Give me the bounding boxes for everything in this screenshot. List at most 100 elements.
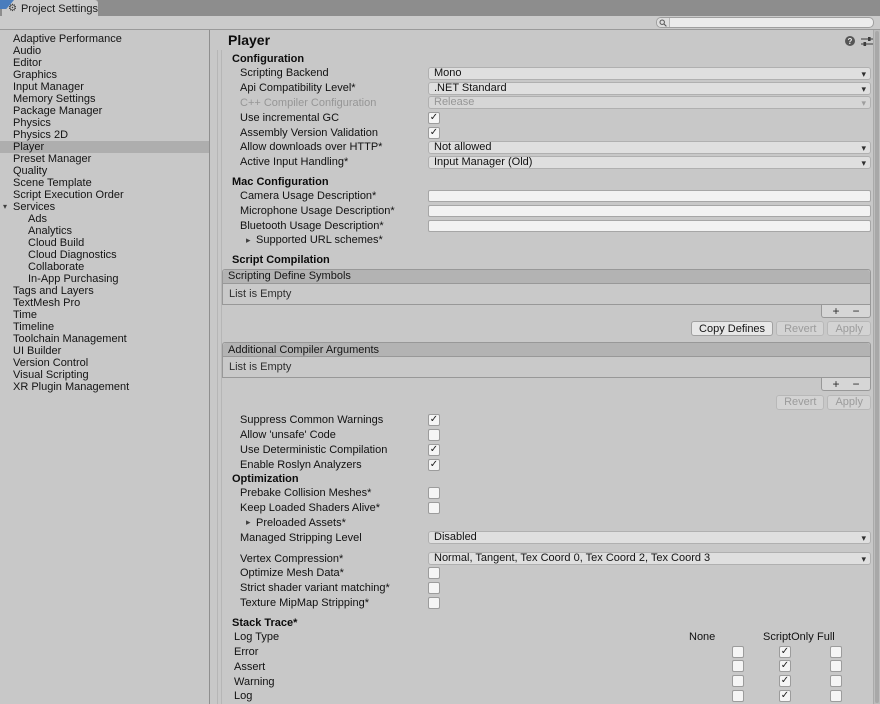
log-full-checkbox[interactable] [830,690,842,702]
assert-none-checkbox[interactable] [732,660,744,672]
log-type: Assert [222,661,428,673]
sidebar-item-adaptive-performance[interactable]: Adaptive Performance [0,33,209,45]
setting-label: C++ Compiler Configuration [222,97,428,109]
stack-trace-row: Warning ✓ [222,674,871,689]
camera-usage-description-input[interactable] [428,190,871,202]
sidebar-item-input-manager[interactable]: Input Manager [0,81,209,93]
warning-scriptonly-checkbox[interactable]: ✓ [779,675,791,687]
bluetooth-usage-description-input[interactable] [428,220,871,232]
copy-defines-button[interactable]: Copy Defines [691,321,773,336]
sidebar-item-ui-builder[interactable]: UI Builder [0,345,209,357]
warning-full-checkbox[interactable] [830,675,842,687]
list-header[interactable]: Scripting Define Symbols [223,270,870,284]
list-footer: + − [222,378,871,391]
sidebar-item-services[interactable]: ▾ Services [0,201,209,213]
sidebar-item-in-app-purchasing[interactable]: In-App Purchasing [0,273,209,285]
use-deterministic-compilation-checkbox[interactable]: ✓ [428,444,440,456]
managed-stripping-level-dropdown[interactable]: Disabled ▾ [428,531,871,544]
prebake-collision-meshes-checkbox[interactable] [428,487,440,499]
error-scriptonly-checkbox[interactable]: ✓ [779,646,791,658]
list-header[interactable]: Additional Compiler Arguments [223,343,870,357]
sidebar-item-collaborate[interactable]: Collaborate [0,261,209,273]
sidebar-item-preset-manager[interactable]: Preset Manager [0,153,209,165]
sidebar-item-graphics[interactable]: Graphics [0,69,209,81]
add-button[interactable]: + [832,379,839,389]
optimize-mesh-data-checkbox[interactable] [428,567,440,579]
foldout-closed-icon[interactable]: ▸ [246,517,256,528]
sidebar-item-toolchain-management[interactable]: Toolchain Management [0,333,209,345]
keep-loaded-shaders-alive-checkbox[interactable] [428,502,440,514]
warning-none-checkbox[interactable] [732,675,744,687]
log-type: Warning [222,676,428,688]
assembly-version-validation-checkbox[interactable]: ✓ [428,127,440,139]
setting-row: Allow 'unsafe' Code [222,428,871,443]
enable-roslyn-analyzers-checkbox[interactable]: ✓ [428,459,440,471]
supported-url-schemes-foldout[interactable]: Supported URL schemes* [256,234,383,246]
sidebar-item-textmesh-pro[interactable]: TextMesh Pro [0,297,209,309]
sidebar-item-cloud-build[interactable]: Cloud Build [0,237,209,249]
add-button[interactable]: + [832,306,839,316]
sidebar-item-analytics[interactable]: Analytics [0,225,209,237]
sidebar-item-time[interactable]: Time [0,309,209,321]
preloaded-assets-foldout[interactable]: Preloaded Assets* [256,517,346,529]
active-input-handling-dropdown[interactable]: Input Manager (Old) ▾ [428,156,871,169]
sidebar-item-quality[interactable]: Quality [0,165,209,177]
sidebar-item-visual-scripting[interactable]: Visual Scripting [0,369,209,381]
sidebar-item-memory-settings[interactable]: Memory Settings [0,93,209,105]
microphone-usage-description-input[interactable] [428,205,871,217]
setting-row: Microphone Usage Description* [222,203,871,218]
log-scriptonly-checkbox[interactable]: ✓ [779,690,791,702]
setting-row: Vertex Compression* Normal, Tangent, Tex… [222,551,871,566]
use-incremental-gc-checkbox[interactable]: ✓ [428,112,440,124]
sidebar-item-package-manager[interactable]: Package Manager [0,105,209,117]
sidebar-item-script-execution-order[interactable]: Script Execution Order [0,189,209,201]
sidebar-item-xr-plugin-management[interactable]: XR Plugin Management [0,381,209,393]
setting-label: Assembly Version Validation [222,127,428,139]
log-none-checkbox[interactable] [732,690,744,702]
cpp-compiler-configuration-dropdown: Release ▾ [428,96,871,109]
setting-label: Camera Usage Description* [222,190,428,202]
list-empty-text: List is Empty [229,288,291,300]
api-compatibility-dropdown[interactable]: .NET Standard ▾ [428,82,871,95]
assert-full-checkbox[interactable] [830,660,842,672]
vertex-compression-dropdown[interactable]: Normal, Tangent, Tex Coord 0, Tex Coord … [428,552,871,565]
suppress-common-warnings-checkbox[interactable]: ✓ [428,414,440,426]
strict-shader-variant-matching-checkbox[interactable] [428,582,440,594]
error-full-checkbox[interactable] [830,646,842,658]
foldout-open-icon[interactable]: ▾ [3,201,7,213]
additional-compiler-arguments-list: Additional Compiler Arguments List is Em… [222,342,871,378]
sidebar-item-physics[interactable]: Physics [0,117,209,129]
texture-mipmap-stripping-checkbox[interactable] [428,597,440,609]
foldout-closed-icon[interactable]: ▸ [246,235,256,246]
sidebar-item-cloud-diagnostics[interactable]: Cloud Diagnostics [0,249,209,261]
help-icon[interactable]: ? [845,36,855,46]
error-none-checkbox[interactable] [732,646,744,658]
sidebar-item-scene-template[interactable]: Scene Template [0,177,209,189]
scripting-backend-dropdown[interactable]: Mono ▾ [428,67,871,80]
assert-scriptonly-checkbox[interactable]: ✓ [779,660,791,672]
allow-downloads-over-http-dropdown[interactable]: Not allowed ▾ [428,141,871,154]
setting-label: Bluetooth Usage Description* [222,220,428,232]
sidebar-item-editor[interactable]: Editor [0,57,209,69]
section-header-stack-trace: Stack Trace* [222,616,871,630]
sidebar-item-physics-2d[interactable]: Physics 2D [0,129,209,141]
foldout-row: ▸ Supported URL schemes* [222,233,871,248]
search-field[interactable] [656,17,874,28]
project-settings-tab[interactable]: ⚙ Project Settings [2,0,98,17]
column-header-full: Full [817,631,835,643]
presets-icon[interactable] [861,37,873,50]
setting-row: Active Input Handling* Input Manager (Ol… [222,155,871,170]
sidebar-item-ads[interactable]: Ads [0,213,209,225]
remove-button[interactable]: − [853,379,860,389]
sidebar-item-timeline[interactable]: Timeline [0,321,209,333]
log-type: Log [222,690,428,702]
scrollbar-thumb[interactable] [875,31,879,703]
remove-button[interactable]: − [853,306,860,316]
allow-unsafe-code-checkbox[interactable] [428,429,440,441]
search-input[interactable] [670,18,873,27]
sidebar-item-player[interactable]: Player [0,141,209,153]
setting-row: Suppress Common Warnings ✓ [222,413,871,428]
sidebar-item-audio[interactable]: Audio [0,45,209,57]
sidebar-item-tags-and-layers[interactable]: Tags and Layers [0,285,209,297]
sidebar-item-version-control[interactable]: Version Control [0,357,209,369]
